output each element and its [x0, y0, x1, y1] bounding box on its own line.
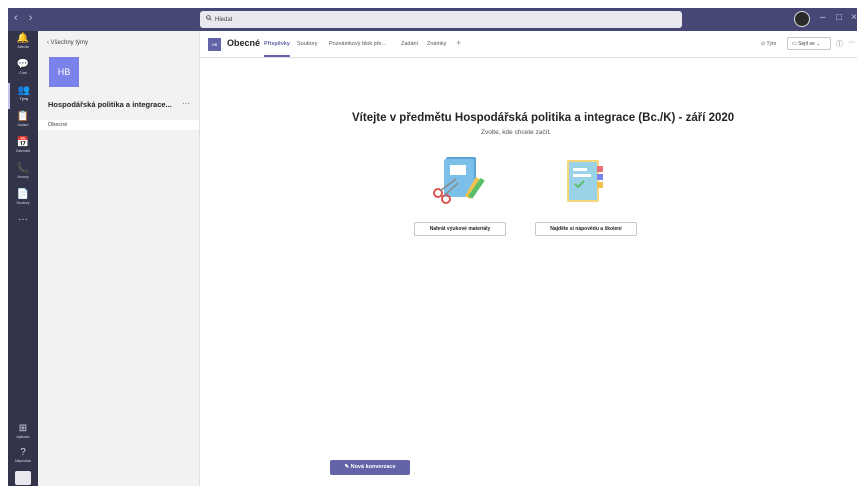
welcome-subtitle: Zvolte, kde chcete začít.: [481, 129, 552, 136]
apps-icon: ⊞: [18, 423, 28, 434]
assignments-icon: 📋: [16, 111, 30, 122]
device-icon[interactable]: [15, 471, 31, 485]
tab-posts[interactable]: Příspěvky: [264, 41, 290, 47]
rail-item-calls[interactable]: 📞 Hovory: [8, 161, 38, 187]
app-rail: 🔔 Aktivita 💬 Chat 👥 Týmy 📋 Zadání 📅 Kale…: [8, 31, 38, 486]
search-icon: [206, 15, 212, 23]
team-panel: ‹ Všechny týmy HB Hospodářská politika a…: [38, 31, 200, 486]
active-tab-indicator: [264, 55, 290, 57]
rail-item-calendar[interactable]: 📅 Kalendář: [8, 135, 38, 161]
notebook-illustration-icon: [433, 157, 485, 204]
team-name: Hospodářská politika a integrace...: [48, 100, 172, 109]
team-avatar: HB: [49, 57, 79, 87]
more-options-icon[interactable]: ···: [848, 39, 855, 46]
team-more-icon[interactable]: ···: [182, 99, 190, 108]
more-apps-icon[interactable]: ···: [8, 214, 38, 225]
chevron-down-icon: ⌄: [814, 41, 821, 47]
maximize-button[interactable]: □: [836, 12, 842, 23]
close-button[interactable]: ×: [851, 12, 857, 23]
minimize-button[interactable]: –: [820, 12, 826, 23]
welcome-title: Vítejte v předmětu Hospodářská politika …: [352, 112, 735, 124]
calendar-icon: 📅: [16, 137, 30, 148]
rail-item-files[interactable]: 📄 Soubory: [8, 187, 38, 213]
rail-item-activity[interactable]: 🔔 Aktivita: [8, 31, 38, 57]
help-icon: ?: [20, 447, 26, 458]
tab-grades[interactable]: Známky: [427, 41, 447, 47]
meet-button[interactable]: ▭ Sejít se ⌄: [787, 37, 831, 50]
rail-item-chat[interactable]: 💬 Chat: [8, 57, 38, 83]
search-input[interactable]: Hledat: [200, 11, 682, 28]
tab-files[interactable]: Soubory: [297, 41, 318, 47]
binder-illustration-icon: [567, 160, 603, 202]
new-conversation-button[interactable]: ✎ Nová konverzace: [330, 460, 410, 475]
user-avatar[interactable]: [794, 11, 810, 27]
teams-icon: 👥: [17, 85, 31, 96]
channel-badge: HB: [208, 38, 221, 51]
title-bar: ‹ › Hledat – □ ×: [8, 8, 857, 31]
channel-title: Obecné: [227, 38, 261, 48]
search-placeholder: Hledat: [215, 17, 233, 23]
files-icon: 📄: [16, 189, 30, 200]
tab-assignments[interactable]: Zadání: [401, 41, 418, 47]
rail-item-apps[interactable]: ⊞ Aplikace: [8, 421, 38, 447]
nav-arrows[interactable]: ‹ ›: [14, 12, 36, 24]
upload-materials-button[interactable]: Nahrát výukové materiály: [414, 222, 506, 236]
info-icon[interactable]: ⓘ: [836, 39, 843, 49]
tab-notebook[interactable]: Poznámkový blok pře...: [329, 41, 386, 47]
phone-icon: 📞: [16, 163, 30, 174]
chat-icon: 💬: [16, 59, 30, 70]
add-tab-button[interactable]: +: [456, 38, 461, 48]
rail-item-teams[interactable]: 👥 Týmy: [8, 83, 38, 109]
rail-item-help[interactable]: ? Nápověda: [8, 445, 38, 471]
find-help-button[interactable]: Najděte si nápovědu a školení: [535, 222, 637, 236]
channel-item-general[interactable]: Obecné: [38, 120, 199, 130]
rail-item-assignments[interactable]: 📋 Zadání: [8, 109, 38, 135]
bell-icon: 🔔: [16, 33, 30, 44]
channel-header: HB Obecné Příspěvky Soubory Poznámkový b…: [200, 31, 857, 58]
back-to-teams-link[interactable]: ‹ Všechny týmy: [47, 40, 88, 46]
team-button[interactable]: ⊙ Tým: [761, 41, 776, 47]
